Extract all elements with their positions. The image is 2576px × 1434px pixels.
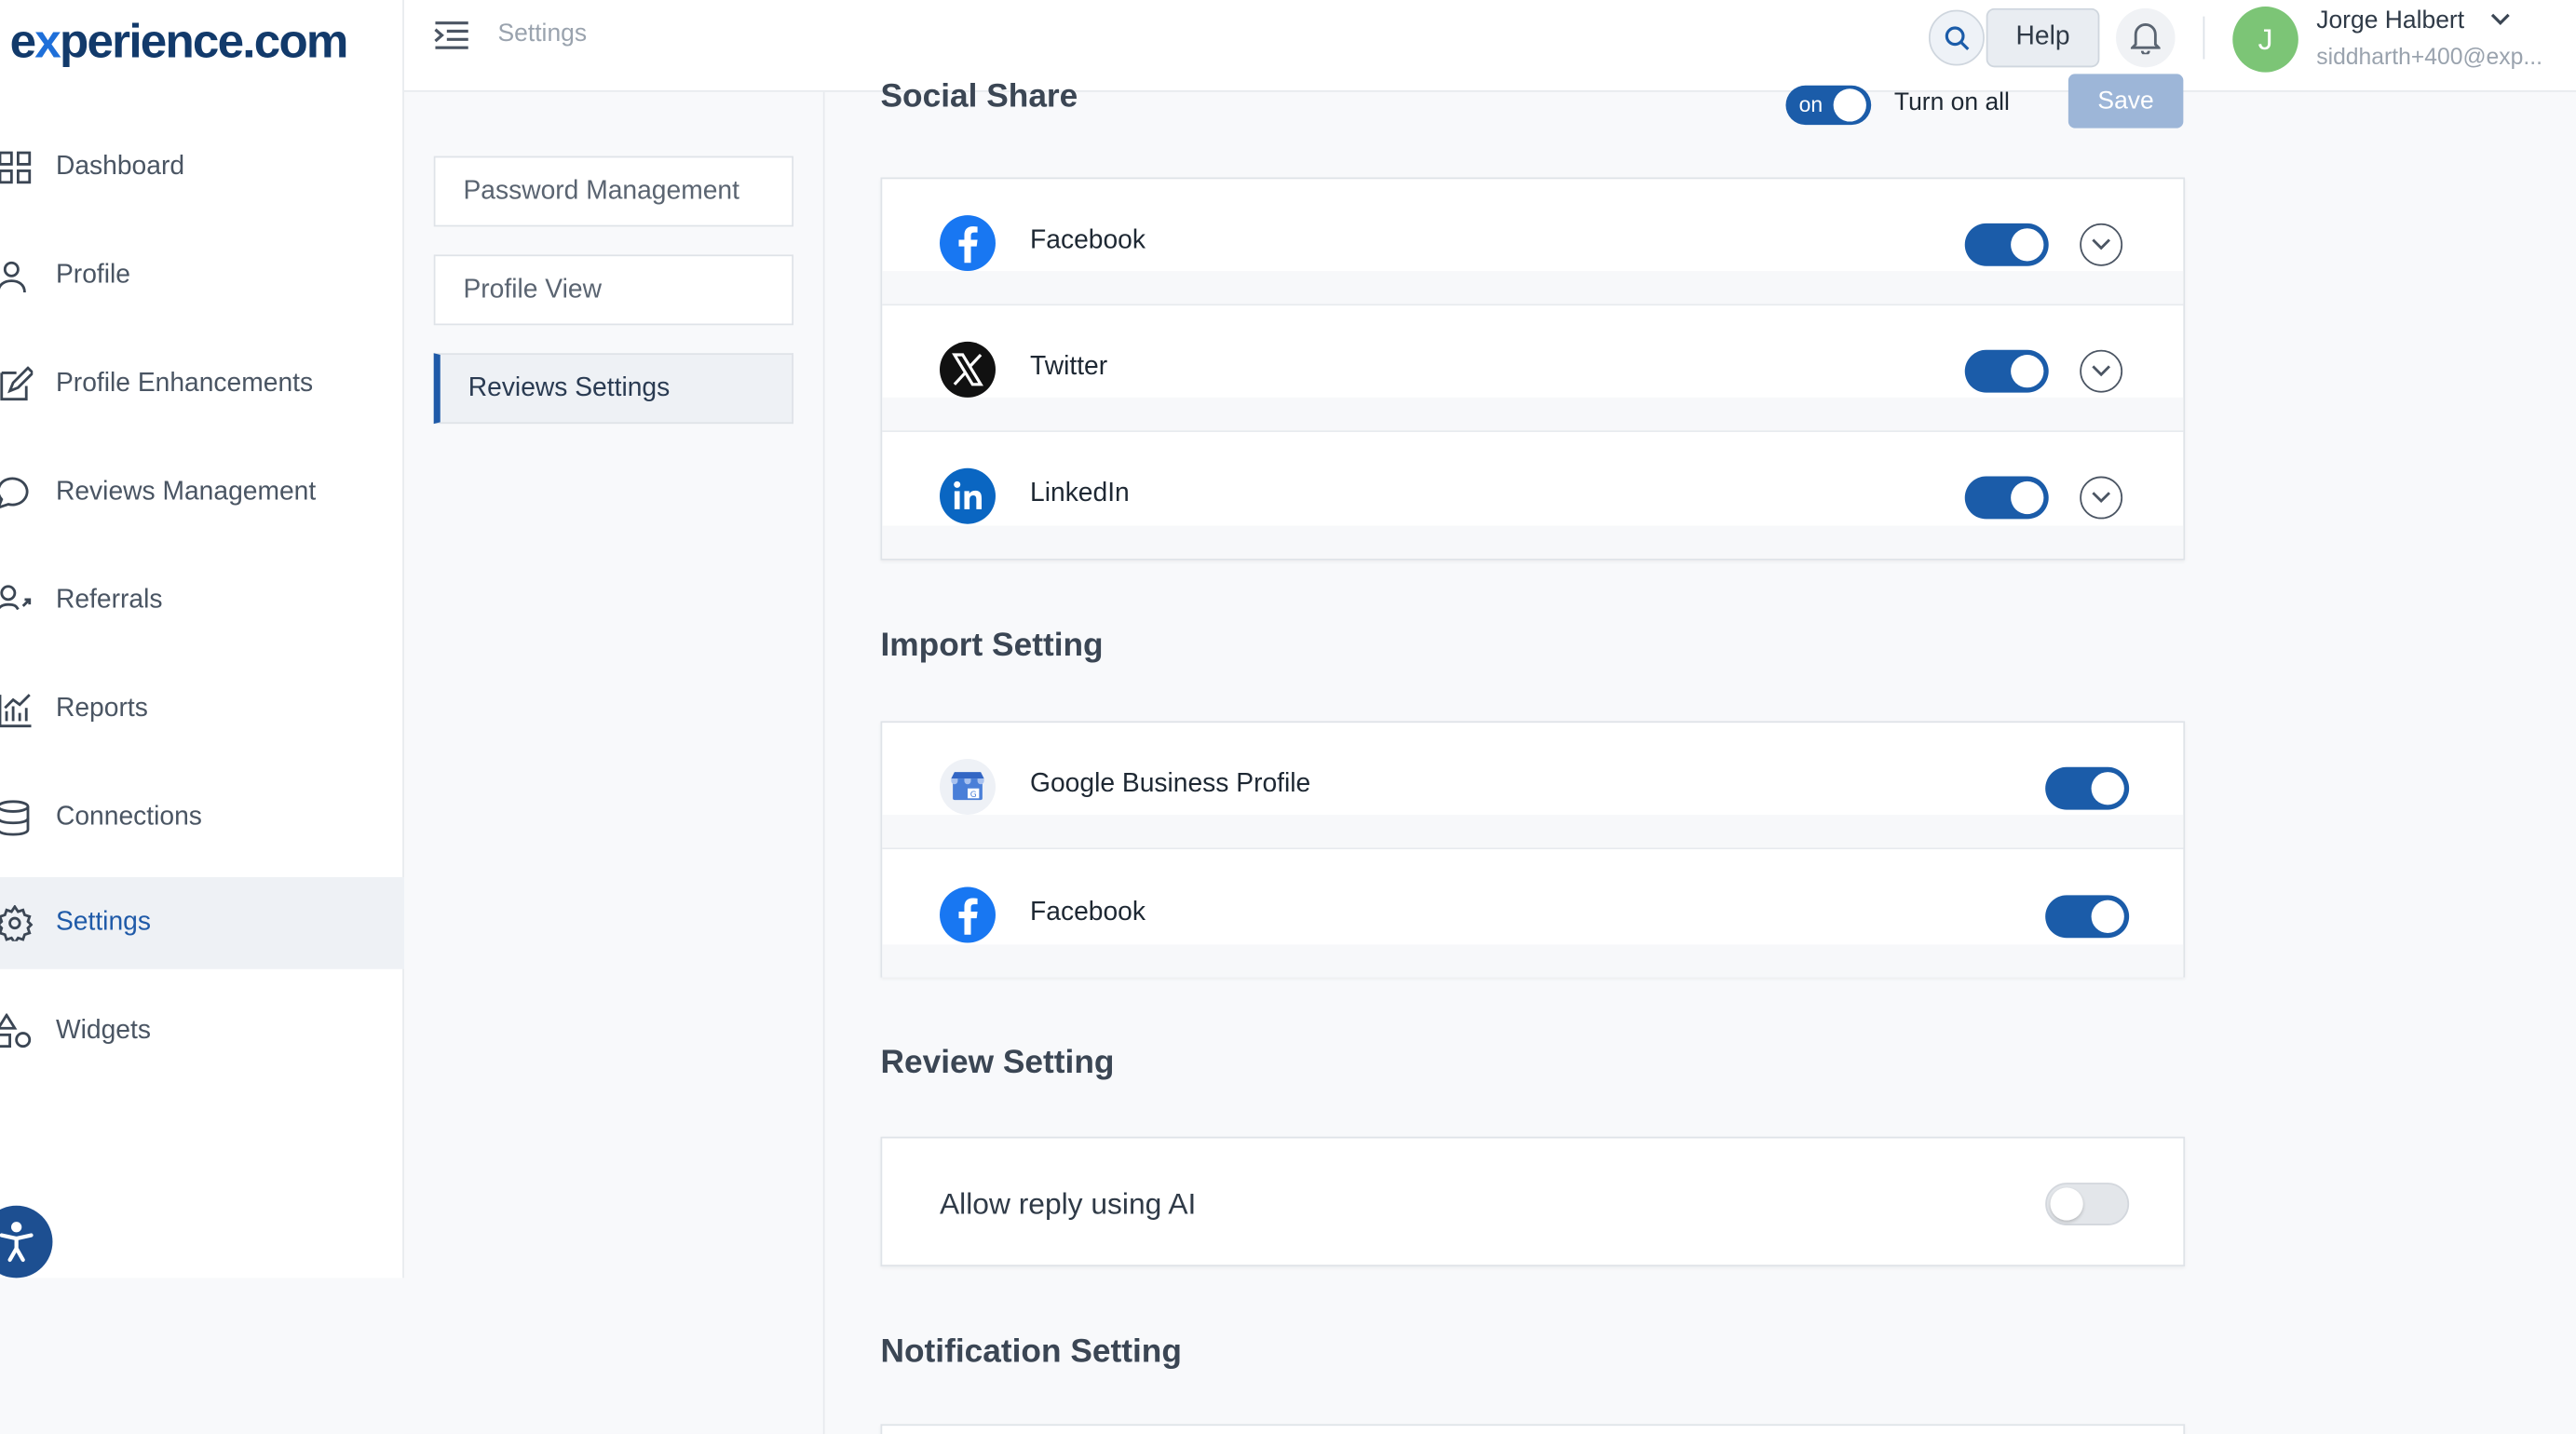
sidebar-item-label: Reviews Management <box>55 478 317 507</box>
bell-icon <box>2130 23 2161 55</box>
sidebar-item-label: Referrals <box>55 586 163 615</box>
platform-name: Facebook <box>1030 898 1146 927</box>
row-background <box>882 525 2184 559</box>
subnav-item-password-management[interactable]: Password Management <box>433 156 794 227</box>
referral-icon <box>0 585 32 611</box>
google-business-icon: G <box>940 758 996 815</box>
row-background <box>882 814 2184 848</box>
facebook-share-toggle[interactable] <box>1964 223 2049 266</box>
section-title-notification-setting: Notification Setting <box>880 1333 1182 1371</box>
search-button[interactable] <box>1928 9 1985 66</box>
section-title-import-setting: Import Setting <box>880 627 1104 664</box>
platform-name: Google Business Profile <box>1030 770 1311 799</box>
divider <box>2203 16 2205 60</box>
sidebar-item-settings[interactable]: Settings <box>0 876 404 969</box>
toggle-knob <box>2011 355 2044 388</box>
row-background <box>882 271 2184 304</box>
x-twitter-icon <box>940 341 996 398</box>
sidebar-item-label: Profile <box>55 261 130 290</box>
sidebar-item-label: Widgets <box>55 1016 151 1045</box>
subnav-item-reviews-settings[interactable]: Reviews Settings <box>433 353 794 425</box>
section-title-review-setting: Review Setting <box>880 1044 1115 1081</box>
shapes-icon <box>0 1013 32 1048</box>
user-email: siddharth+400@exp... <box>2316 42 2542 70</box>
sidebar-item-connections[interactable]: Connections <box>0 772 404 864</box>
toggle-knob <box>2050 1187 2083 1221</box>
allow-ai-reply-label: Allow reply using AI <box>940 1187 1197 1221</box>
sidebar-item-label: Reports <box>55 695 148 724</box>
chevron-down-icon[interactable] <box>2488 10 2512 30</box>
toggle-knob <box>2011 480 2044 515</box>
facebook-icon <box>940 886 996 943</box>
facebook-icon <box>940 215 996 272</box>
expand-button[interactable] <box>2080 349 2123 393</box>
accessibility-button[interactable] <box>0 1205 53 1278</box>
list-item: G Google Business Profile <box>882 723 2184 849</box>
platform-name: Twitter <box>1030 353 1108 382</box>
sidebar-item-label: Dashboard <box>55 153 185 182</box>
sidebar-item-label: Connections <box>55 803 202 832</box>
chat-bubble-icon <box>0 477 29 508</box>
toggle-knob <box>2011 228 2044 262</box>
turn-on-all-label: Turn on all <box>1893 88 2010 117</box>
list-item: Twitter <box>882 305 2184 432</box>
expand-button[interactable] <box>2080 223 2123 266</box>
linkedin-icon <box>940 467 996 524</box>
breadcrumb: Settings <box>497 20 588 48</box>
subnav-item-profile-view[interactable]: Profile View <box>433 254 794 326</box>
notification-setting-card <box>880 1424 2186 1434</box>
sidebar-item-reports[interactable]: Reports <box>0 664 404 756</box>
user-icon <box>0 261 26 293</box>
chevron-down-icon <box>2092 365 2110 377</box>
list-item: LinkedIn <box>882 432 2184 559</box>
chart-icon <box>0 694 32 728</box>
search-icon <box>1945 26 1970 51</box>
sidebar-item-referrals[interactable]: Referrals <box>0 555 404 647</box>
row-background <box>882 397 2184 431</box>
left-sidebar: experience.com Dashboard Profile Profile… <box>0 0 404 1278</box>
allow-ai-reply-toggle[interactable] <box>2045 1183 2130 1225</box>
accessibility-icon <box>0 1222 34 1263</box>
expand-button[interactable] <box>2080 476 2123 520</box>
import-setting-card: G Google Business Profile Facebook <box>880 721 2186 978</box>
gear-icon <box>0 904 34 941</box>
sidebar-item-dashboard[interactable]: Dashboard <box>0 122 404 214</box>
save-button[interactable]: Save <box>2068 74 2184 129</box>
toggle-knob <box>2091 900 2124 933</box>
sidebar-item-label: Profile Enhancements <box>55 369 314 398</box>
row-background <box>882 944 2184 978</box>
turn-on-all-toggle[interactable]: on <box>1785 85 1872 126</box>
section-title-social-share: Social Share <box>880 78 1078 115</box>
edit-icon <box>0 366 34 401</box>
sidebar-item-profile-enhancements[interactable]: Profile Enhancements <box>0 338 404 430</box>
google-business-import-toggle[interactable] <box>2045 766 2130 810</box>
toggle-knob <box>2091 772 2124 805</box>
database-icon <box>0 800 30 836</box>
list-item: Facebook <box>882 179 2184 306</box>
notifications-button[interactable] <box>2116 7 2176 68</box>
review-setting-card: Allow reply using AI <box>880 1136 2186 1267</box>
grid-icon <box>0 151 32 184</box>
sidebar-item-label: Settings <box>55 908 151 937</box>
chevron-down-icon <box>2092 492 2110 504</box>
menu-toggle-icon[interactable] <box>434 20 470 52</box>
sidebar-item-reviews-management[interactable]: Reviews Management <box>0 447 404 539</box>
platform-name: LinkedIn <box>1030 480 1130 508</box>
linkedin-share-toggle[interactable] <box>1964 476 2049 520</box>
platform-name: Facebook <box>1030 226 1146 255</box>
twitter-share-toggle[interactable] <box>1964 349 2049 393</box>
avatar[interactable]: J <box>2232 7 2298 73</box>
help-button[interactable]: Help <box>1986 7 2100 68</box>
sidebar-item-widgets[interactable]: Widgets <box>0 985 404 1077</box>
toggle-knob <box>1833 88 1866 122</box>
chevron-down-icon <box>2092 238 2110 250</box>
sidebar-item-profile[interactable]: Profile <box>0 230 404 322</box>
svg-text:G: G <box>970 791 977 800</box>
social-share-card: Facebook Twitter LinkedIn <box>880 177 2186 561</box>
list-item: Facebook <box>882 851 2184 978</box>
facebook-import-toggle[interactable] <box>2045 895 2130 939</box>
toggle-state-label: on <box>1798 91 1824 117</box>
user-name[interactable]: Jorge Halbert <box>2316 7 2464 34</box>
brand-logo[interactable]: experience.com <box>10 17 349 71</box>
